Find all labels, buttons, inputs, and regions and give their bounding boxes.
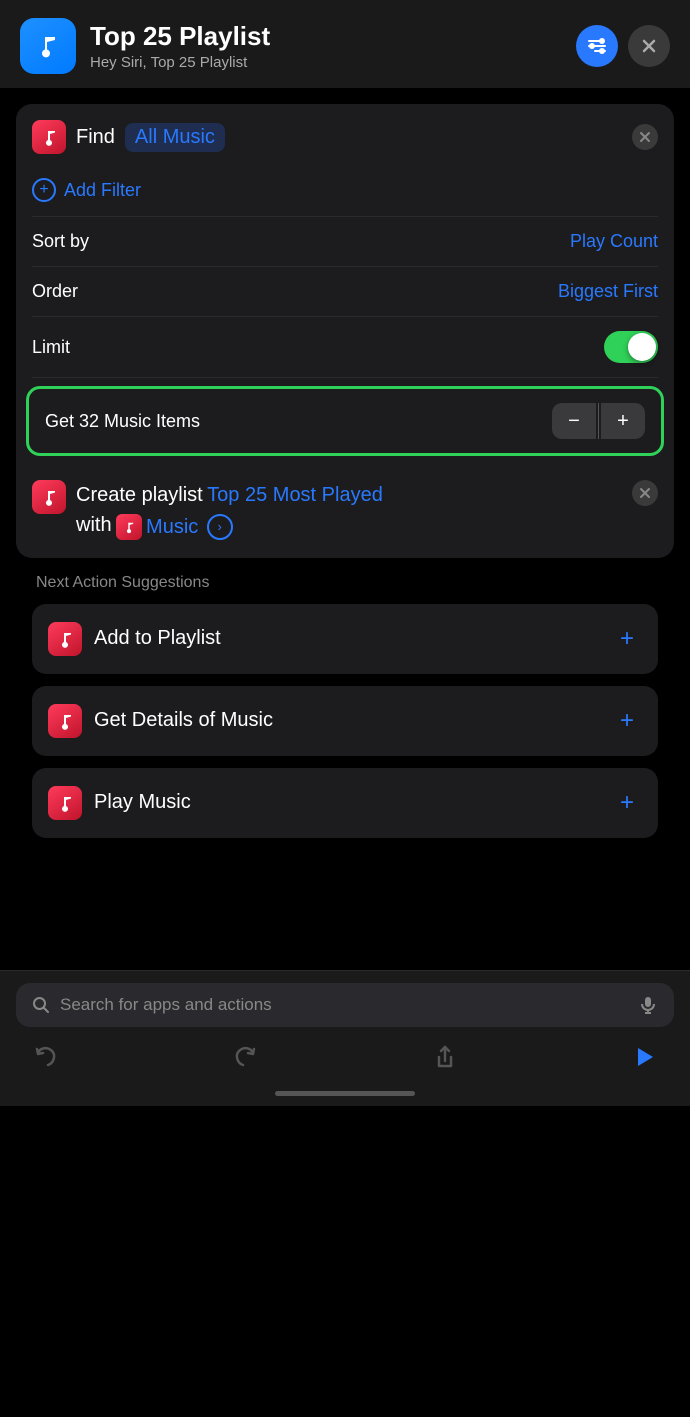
suggestion-get-details[interactable]: Get Details of Music + bbox=[32, 686, 658, 756]
find-left: Find All Music bbox=[32, 120, 225, 154]
app-icon bbox=[20, 18, 76, 74]
create-playlist-name[interactable]: Top 25 Most Played bbox=[207, 484, 383, 506]
suggestion-play-music[interactable]: Play Music + bbox=[32, 768, 658, 838]
limit-toggle[interactable] bbox=[604, 331, 658, 363]
search-icon bbox=[32, 996, 50, 1014]
bottom-bar: Search for apps and actions bbox=[0, 970, 690, 1106]
redo-button[interactable] bbox=[231, 1043, 259, 1071]
limit-label: Limit bbox=[32, 337, 70, 358]
close-button[interactable] bbox=[628, 25, 670, 67]
header-subtitle: Hey Siri, Top 25 Playlist bbox=[90, 54, 576, 71]
suggestion-icon-1 bbox=[48, 704, 82, 738]
order-label: Order bbox=[32, 281, 78, 302]
order-value: Biggest First bbox=[558, 281, 658, 302]
header-title: Top 25 Playlist bbox=[90, 21, 576, 52]
search-placeholder[interactable]: Search for apps and actions bbox=[60, 995, 628, 1015]
create-content: Create playlist Top 25 Most Played with bbox=[76, 480, 632, 542]
suggestion-add-to-playlist[interactable]: Add to Playlist + bbox=[32, 604, 658, 674]
limit-row[interactable]: Limit bbox=[32, 317, 658, 378]
create-label: Create playlist bbox=[76, 484, 203, 506]
suggestions-section: Next Action Suggestions Add to Playlist … bbox=[16, 574, 674, 838]
suggestion-label-1: Get Details of Music bbox=[94, 709, 273, 732]
main-content: Find All Music + Add Filter Sort by Play… bbox=[0, 88, 690, 970]
undo-button[interactable] bbox=[32, 1043, 60, 1071]
actions-card: Find All Music + Add Filter Sort by Play… bbox=[16, 104, 674, 558]
stepper-minus-button[interactable]: − bbox=[552, 403, 596, 439]
music-inline: Music bbox=[116, 512, 198, 542]
suggestion-left-0: Add to Playlist bbox=[48, 622, 221, 656]
find-close-button[interactable] bbox=[632, 124, 658, 150]
share-button[interactable] bbox=[431, 1043, 459, 1071]
sort-label: Sort by bbox=[32, 231, 89, 252]
find-value[interactable]: All Music bbox=[125, 123, 225, 152]
stepper-plus-button[interactable]: + bbox=[601, 403, 645, 439]
header-text: Top 25 Playlist Hey Siri, Top 25 Playlis… bbox=[90, 21, 576, 71]
create-left: Create playlist Top 25 Most Played with bbox=[32, 480, 632, 542]
suggestion-left-1: Get Details of Music bbox=[48, 704, 273, 738]
find-label: Find bbox=[76, 126, 115, 149]
settings-button[interactable] bbox=[576, 25, 618, 67]
suggestion-label-2: Play Music bbox=[94, 791, 191, 814]
stepper: − + bbox=[552, 403, 645, 439]
sort-row[interactable]: Sort by Play Count bbox=[32, 217, 658, 267]
add-filter-icon: + bbox=[32, 178, 56, 202]
get-items-box: Get 32 Music Items − + bbox=[26, 386, 664, 456]
music-icon-inline bbox=[116, 514, 142, 540]
music-label[interactable]: Music bbox=[146, 512, 198, 542]
find-section: Find All Music + Add Filter Sort by Play… bbox=[16, 104, 674, 378]
search-bar-wrapper: Search for apps and actions bbox=[0, 971, 690, 1035]
add-filter-row[interactable]: + Add Filter bbox=[32, 168, 658, 217]
home-indicator bbox=[0, 1083, 690, 1106]
with-text: with bbox=[76, 514, 112, 536]
create-close-button[interactable] bbox=[632, 480, 658, 506]
suggestions-title: Next Action Suggestions bbox=[32, 574, 658, 592]
spacer bbox=[16, 850, 674, 970]
suggestion-label-0: Add to Playlist bbox=[94, 627, 221, 650]
suggestion-add-button-2[interactable]: + bbox=[612, 788, 642, 818]
suggestion-add-button-0[interactable]: + bbox=[612, 624, 642, 654]
suggestion-icon-0 bbox=[48, 622, 82, 656]
find-row: Find All Music bbox=[32, 120, 658, 154]
header-actions bbox=[576, 25, 670, 67]
toggle-knob bbox=[628, 333, 656, 361]
add-filter-label: Add Filter bbox=[64, 180, 141, 201]
toolbar bbox=[0, 1035, 690, 1083]
home-bar bbox=[275, 1091, 415, 1096]
stepper-divider bbox=[598, 403, 599, 439]
get-items-label: Get 32 Music Items bbox=[45, 411, 200, 432]
create-music-icon bbox=[32, 480, 66, 514]
suggestion-icon-2 bbox=[48, 786, 82, 820]
header: Top 25 Playlist Hey Siri, Top 25 Playlis… bbox=[0, 0, 690, 88]
create-playlist-section: Create playlist Top 25 Most Played with bbox=[16, 464, 674, 558]
search-bar[interactable]: Search for apps and actions bbox=[16, 983, 674, 1027]
order-row[interactable]: Order Biggest First bbox=[32, 267, 658, 317]
sort-value: Play Count bbox=[570, 231, 658, 252]
find-music-icon bbox=[32, 120, 66, 154]
suggestion-left-2: Play Music bbox=[48, 786, 191, 820]
suggestion-add-button-1[interactable]: + bbox=[612, 706, 642, 736]
play-button[interactable] bbox=[630, 1043, 658, 1071]
get-items-wrapper: Get 32 Music Items − + bbox=[16, 386, 674, 456]
arrow-circle-icon[interactable]: › bbox=[207, 514, 233, 540]
create-row: Create playlist Top 25 Most Played with bbox=[32, 480, 658, 542]
microphone-icon[interactable] bbox=[638, 995, 658, 1015]
